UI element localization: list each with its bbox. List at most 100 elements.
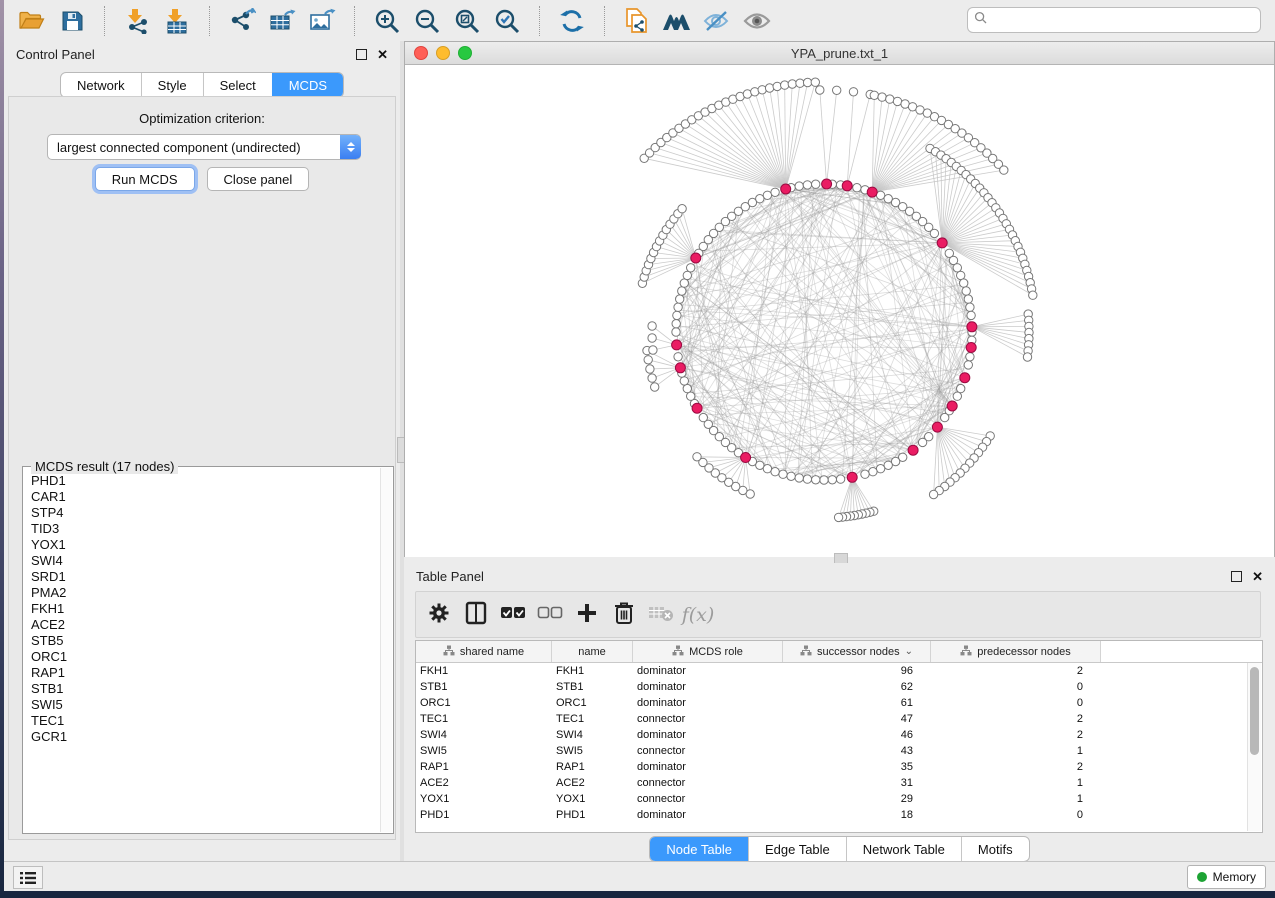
network-node[interactable] bbox=[849, 88, 857, 96]
tab-node-table[interactable]: Node Table bbox=[650, 837, 748, 861]
first-neighbors-button[interactable] bbox=[657, 5, 697, 37]
cell-MCDS-role[interactable]: dominator bbox=[633, 761, 783, 773]
network-node[interactable] bbox=[960, 279, 968, 287]
cell-name[interactable]: PHD1 bbox=[552, 809, 633, 821]
mcds-list-scrollbar[interactable] bbox=[380, 468, 392, 832]
close-panel-button[interactable]: Close panel bbox=[207, 167, 310, 191]
settings-gear-button[interactable] bbox=[424, 598, 454, 632]
network-node[interactable] bbox=[833, 86, 841, 94]
cell-name[interactable]: SWI4 bbox=[552, 729, 633, 741]
cell-shared-name[interactable]: YOX1 bbox=[416, 793, 552, 805]
cell-MCDS-role[interactable]: connector bbox=[633, 713, 783, 725]
network-node[interactable] bbox=[788, 80, 796, 88]
network-edge[interactable] bbox=[937, 427, 950, 482]
network-edge[interactable] bbox=[820, 90, 827, 184]
cell-MCDS-role[interactable]: connector bbox=[633, 793, 783, 805]
network-graph[interactable] bbox=[405, 65, 1274, 557]
cell-MCDS-role[interactable]: connector bbox=[633, 745, 783, 757]
column-header-predecessor-nodes[interactable]: predecessor nodes bbox=[931, 641, 1101, 662]
table-row[interactable]: RAP1RAP1dominator352 bbox=[416, 759, 1262, 775]
mcds-node-item[interactable]: GCR1 bbox=[31, 729, 381, 745]
cell-predecessor-nodes[interactable]: 2 bbox=[931, 729, 1101, 741]
cell-shared-name[interactable]: RAP1 bbox=[416, 761, 552, 773]
tab-mcds[interactable]: MCDS bbox=[272, 73, 343, 97]
network-edge[interactable] bbox=[650, 153, 786, 189]
cell-shared-name[interactable]: STB1 bbox=[416, 681, 552, 693]
select-all-button[interactable] bbox=[498, 598, 528, 632]
network-node[interactable] bbox=[649, 346, 657, 354]
scrollbar-thumb[interactable] bbox=[1250, 667, 1259, 755]
network-edge[interactable] bbox=[723, 228, 913, 450]
network-edge[interactable] bbox=[703, 458, 746, 463]
close-panel-icon[interactable]: ✕ bbox=[1252, 572, 1263, 581]
mcds-node-item[interactable]: TID3 bbox=[31, 521, 381, 537]
tab-edge-table[interactable]: Edge Table bbox=[748, 837, 846, 861]
dominator-node[interactable] bbox=[672, 340, 682, 350]
run-mcds-button[interactable]: Run MCDS bbox=[95, 167, 195, 191]
network-node[interactable] bbox=[966, 353, 974, 361]
float-window-icon[interactable] bbox=[356, 49, 367, 60]
table-row[interactable]: YOX1YOX1connector291 bbox=[416, 791, 1262, 807]
network-edge[interactable] bbox=[872, 99, 890, 192]
dominator-node[interactable] bbox=[692, 403, 702, 413]
network-node[interactable] bbox=[812, 180, 820, 188]
mcds-node-item[interactable]: TEC1 bbox=[31, 713, 381, 729]
network-node[interactable] bbox=[803, 181, 811, 189]
network-node[interactable] bbox=[816, 86, 824, 94]
cell-MCDS-role[interactable]: dominator bbox=[633, 665, 783, 677]
column-header-MCDS-role[interactable]: MCDS role bbox=[633, 641, 783, 662]
network-node[interactable] bbox=[962, 287, 970, 295]
network-node[interactable] bbox=[672, 328, 680, 336]
import-network-button[interactable] bbox=[117, 5, 157, 37]
table-row[interactable]: PHD1PHD1dominator180 bbox=[416, 807, 1262, 823]
network-node[interactable] bbox=[699, 413, 707, 421]
cell-name[interactable]: ORC1 bbox=[552, 697, 633, 709]
network-node[interactable] bbox=[648, 322, 656, 330]
cell-successor-nodes[interactable]: 35 bbox=[783, 761, 931, 773]
save-button[interactable] bbox=[52, 5, 92, 37]
network-edge[interactable] bbox=[972, 314, 1028, 327]
dominator-node[interactable] bbox=[741, 453, 751, 463]
cell-name[interactable]: YOX1 bbox=[552, 793, 633, 805]
network-node[interactable] bbox=[803, 78, 811, 86]
refresh-button[interactable] bbox=[552, 5, 592, 37]
network-canvas[interactable] bbox=[405, 65, 1274, 557]
network-edge[interactable] bbox=[942, 203, 992, 243]
network-node[interactable] bbox=[771, 188, 779, 196]
cell-name[interactable]: TEC1 bbox=[552, 713, 633, 725]
network-node[interactable] bbox=[929, 490, 937, 498]
network-node[interactable] bbox=[853, 184, 861, 192]
cell-shared-name[interactable]: SWI4 bbox=[416, 729, 552, 741]
network-node[interactable] bbox=[861, 470, 869, 478]
cell-name[interactable]: SWI5 bbox=[552, 745, 633, 757]
network-edge[interactable] bbox=[972, 320, 1029, 327]
network-node[interactable] bbox=[680, 377, 688, 385]
cell-predecessor-nodes[interactable]: 1 bbox=[931, 777, 1101, 789]
cell-successor-nodes[interactable]: 62 bbox=[783, 681, 931, 693]
dominator-node[interactable] bbox=[960, 373, 970, 383]
network-node[interactable] bbox=[779, 470, 787, 478]
add-column-button[interactable] bbox=[572, 598, 602, 632]
dominator-node[interactable] bbox=[932, 422, 942, 432]
table-row[interactable]: FKH1FKH1dominator962 bbox=[416, 663, 1262, 679]
network-node[interactable] bbox=[676, 295, 684, 303]
cell-MCDS-role[interactable]: dominator bbox=[633, 697, 783, 709]
network-node[interactable] bbox=[648, 374, 656, 382]
network-node[interactable] bbox=[886, 95, 894, 103]
network-edge[interactable] bbox=[872, 125, 948, 193]
network-node[interactable] bbox=[673, 311, 681, 319]
network-edge[interactable] bbox=[934, 427, 938, 494]
dominator-node[interactable] bbox=[937, 238, 947, 248]
dominator-node[interactable] bbox=[847, 472, 857, 482]
table-row[interactable]: SWI5SWI5connector431 bbox=[416, 743, 1262, 759]
dominator-node[interactable] bbox=[842, 181, 852, 191]
network-node[interactable] bbox=[957, 271, 965, 279]
network-node[interactable] bbox=[765, 84, 773, 92]
cell-predecessor-nodes[interactable]: 0 bbox=[931, 697, 1101, 709]
network-node[interactable] bbox=[869, 468, 877, 476]
network-node[interactable] bbox=[683, 384, 691, 392]
cell-predecessor-nodes[interactable]: 2 bbox=[931, 713, 1101, 725]
share-session-button[interactable] bbox=[617, 5, 657, 37]
criterion-dropdown[interactable]: largest connected component (undirected) bbox=[47, 134, 361, 160]
network-node[interactable] bbox=[678, 287, 686, 295]
